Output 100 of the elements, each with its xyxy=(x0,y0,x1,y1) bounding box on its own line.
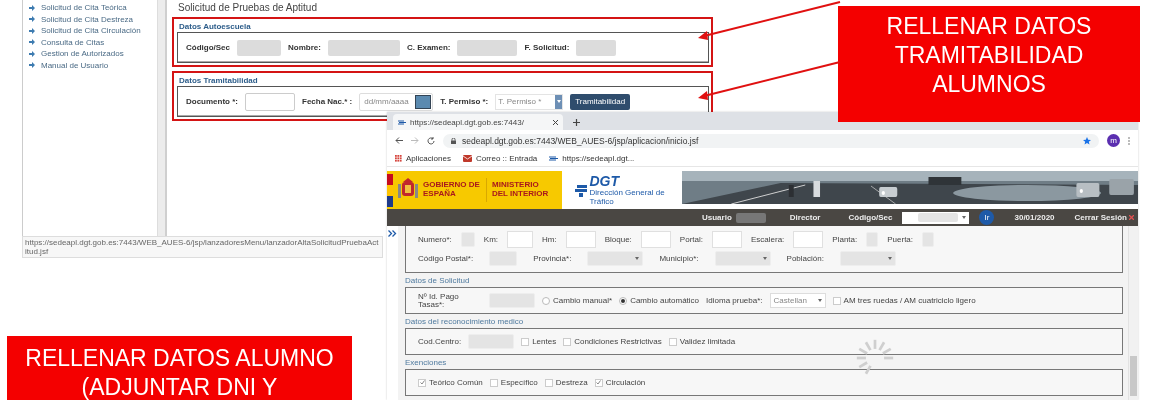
field-label: F. Solicitud: xyxy=(524,43,570,52)
blurred-field xyxy=(237,39,281,56)
new-tab-icon[interactable] xyxy=(573,119,580,126)
field-label: Fecha Nac.* : xyxy=(302,97,353,106)
checkbox[interactable] xyxy=(489,378,498,387)
reload-icon[interactable] xyxy=(427,136,435,145)
logo-text: DGT xyxy=(589,174,621,189)
close-icon[interactable] xyxy=(553,119,558,125)
option-label: Cambio automático xyxy=(630,296,700,305)
address-bar[interactable]: sedeapl.dgt.gob.es:7443/WEB_AUES-6/jsp/aplicacion/inicio.jsf xyxy=(443,133,1099,148)
forward-icon[interactable] xyxy=(411,137,419,144)
input-field[interactable] xyxy=(640,231,671,248)
option-label: Destreza xyxy=(555,378,588,387)
caret-icon xyxy=(962,216,967,219)
select-field[interactable]: Castellan xyxy=(769,293,826,308)
blurred-field xyxy=(576,39,617,56)
code-select[interactable] xyxy=(902,211,970,224)
role-text: Director xyxy=(789,213,821,222)
bookmark[interactable]: https://sedeapl.dgt... xyxy=(549,154,635,163)
caret-icon xyxy=(556,100,561,103)
checkbox[interactable] xyxy=(832,296,841,305)
option-label: AM tres ruedas / AM cuatriciclo ligero xyxy=(843,296,976,305)
user-label: Usuario xyxy=(702,213,732,222)
input-field[interactable] xyxy=(711,231,742,248)
option-label: Específico xyxy=(500,378,538,387)
field-label: Provincia*: xyxy=(533,254,572,263)
avatar[interactable]: m xyxy=(1107,134,1120,147)
select-field[interactable] xyxy=(839,251,896,266)
section-title: Exenciones xyxy=(405,357,448,369)
checkbox[interactable] xyxy=(418,378,426,387)
radio-button[interactable] xyxy=(542,296,550,305)
field-label: Idioma prueba*: xyxy=(706,296,763,305)
logo-caption: Dirección General de Tráfico xyxy=(589,189,666,206)
select-field[interactable]: T. Permiso * xyxy=(495,93,564,110)
section-title: Datos del reconocimiento medico xyxy=(405,316,525,328)
input-field[interactable] xyxy=(245,92,295,111)
bookmark[interactable]: Correo :: Entrada xyxy=(462,154,538,163)
field-label: Hm: xyxy=(542,235,557,244)
field-label: Código Postal*: xyxy=(418,254,474,263)
input-field[interactable] xyxy=(565,231,596,248)
section-title: Datos Autoescuela xyxy=(178,21,252,32)
go-button[interactable]: Ir xyxy=(979,210,995,225)
logout-link[interactable]: Cerrar Sesión xyxy=(1074,213,1134,222)
menu-link[interactable]: Solicitud de Cita Circulación xyxy=(29,25,157,37)
menu-link[interactable]: Gestion de Autorizados xyxy=(29,48,157,60)
field-label: Bloque: xyxy=(604,235,632,244)
menu-link[interactable]: Solicitud de Cita Teórica xyxy=(29,2,157,14)
field-label: C. Examen: xyxy=(406,43,451,52)
field-label: Planta: xyxy=(832,235,858,244)
section-title: Datos Tramitabilidad xyxy=(178,75,259,86)
input-field[interactable] xyxy=(507,231,534,248)
checkbox[interactable] xyxy=(521,337,530,346)
checkbox[interactable] xyxy=(544,378,553,387)
date-field[interactable]: dd/mm/aaaa xyxy=(359,92,434,111)
field-label: Escalera: xyxy=(750,235,785,244)
site-icon xyxy=(549,156,559,161)
close-icon xyxy=(1129,215,1134,220)
date-text: 30/01/2020 xyxy=(1014,213,1055,222)
select-field[interactable] xyxy=(587,251,644,266)
status-url: https://sedeapl.dgt.gob.es:7443/WEB_AUES-6/jsp/lanzadoresMenu/lanzadorAltaSolicitudPruebaActitud.jsf xyxy=(22,236,383,258)
select-field[interactable] xyxy=(714,251,771,266)
bookmark[interactable]: Aplicaciones xyxy=(395,154,451,163)
check-icon xyxy=(596,380,602,385)
code-label: Código/Sec xyxy=(848,213,893,222)
field-label: Municipio*: xyxy=(659,254,699,263)
option-label: Teórico Común xyxy=(429,378,483,387)
tramitabilidad-button[interactable]: Tramitabilidad xyxy=(570,93,631,110)
calendar-icon[interactable] xyxy=(415,94,432,109)
option-label: Circulación xyxy=(605,378,646,387)
field-label: Cod.Centro: xyxy=(418,337,462,346)
blurred-field xyxy=(735,212,766,223)
field-label: Puerta: xyxy=(887,235,914,244)
option-label: Cambio manual* xyxy=(553,296,613,305)
field-label: Documento *: xyxy=(186,97,238,106)
annotation-label: RELLENAR DATOS TRAMITABILIDAD ALUMNOS xyxy=(838,6,1140,122)
menu-link[interactable]: Manual de Usuario xyxy=(29,59,157,71)
caret-icon xyxy=(635,257,640,260)
field-label: Km: xyxy=(483,235,499,244)
field-label: Código/Sec xyxy=(186,43,230,52)
caret-icon xyxy=(817,299,822,302)
apps-grid-icon xyxy=(395,155,402,162)
checkbox[interactable] xyxy=(594,378,603,387)
expand-icon[interactable] xyxy=(388,230,397,237)
field-label: Numero*: xyxy=(418,235,452,244)
menu-link[interactable]: Consulta de Citas xyxy=(29,36,157,48)
checkbox[interactable] xyxy=(668,337,677,346)
checkbox[interactable] xyxy=(563,337,572,346)
star-icon[interactable] xyxy=(1083,136,1091,145)
menu-link[interactable]: Solicitud de Cita Destreza xyxy=(29,13,157,25)
input-field[interactable] xyxy=(793,231,824,248)
field-label: Nombre: xyxy=(288,43,321,52)
radio-button[interactable] xyxy=(619,296,628,305)
mail-icon xyxy=(462,155,472,162)
blurred-field xyxy=(918,213,959,222)
field-label: Portal: xyxy=(679,235,703,244)
government-text: GOBIERNO DE ESPAÑA xyxy=(423,181,481,199)
check-icon xyxy=(419,380,425,385)
ministry-text: MINISTERIO DEL INTERIOR xyxy=(492,181,550,199)
back-icon[interactable] xyxy=(395,137,403,144)
browser-tab[interactable]: https://sedeapl.dgt.gob.es:7443/ xyxy=(393,114,563,130)
